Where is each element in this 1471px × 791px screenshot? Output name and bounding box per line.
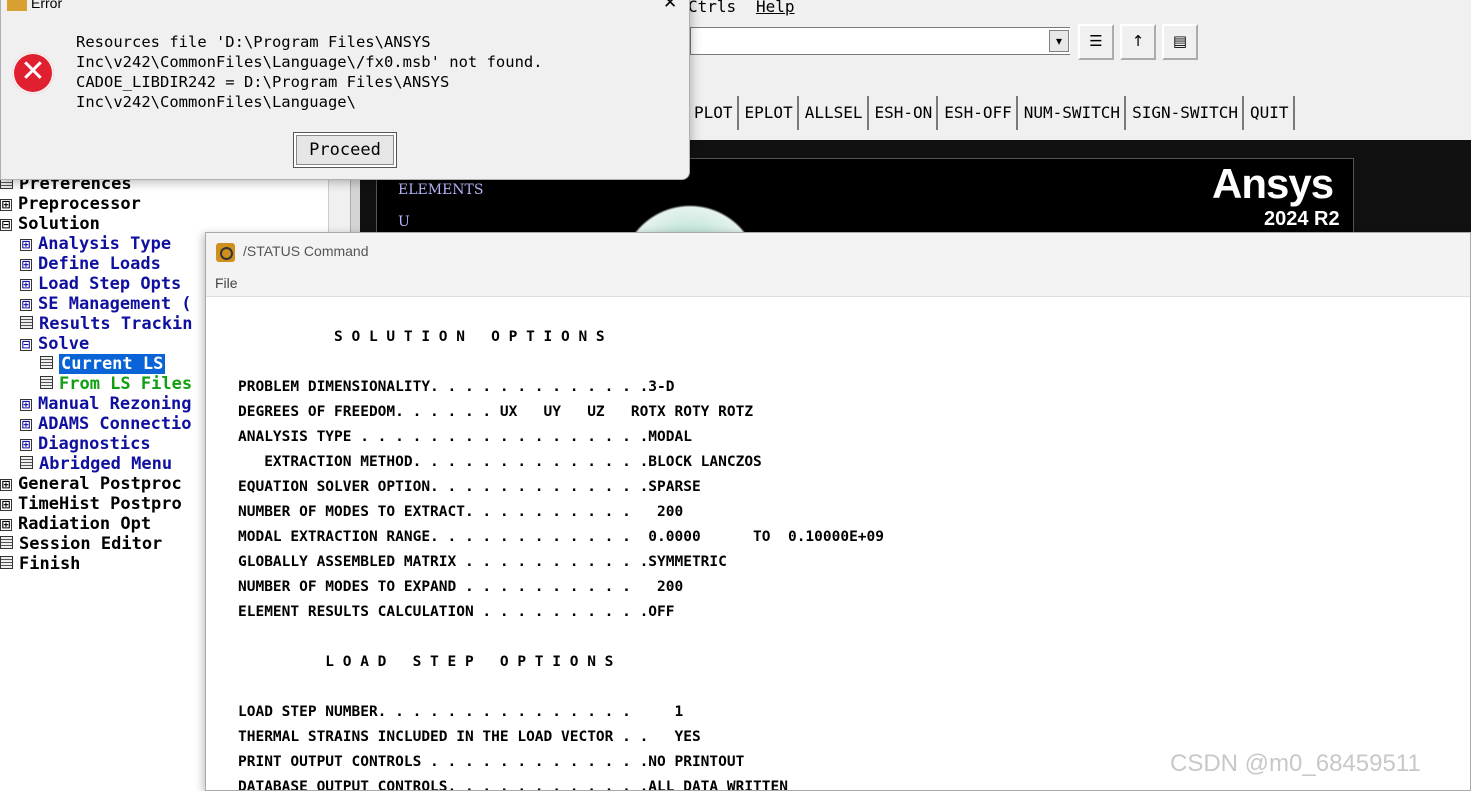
tree-item-general-postproc[interactable]: ⊞ General Postproc <box>0 474 182 494</box>
status-window: /STATUS Command File S O L U T I O N O P… <box>205 232 1471 791</box>
error-dialog-title: Error <box>31 0 63 11</box>
command-input[interactable] <box>690 27 1070 55</box>
watermark: CSDN @m0_68459511 <box>1170 750 1421 777</box>
status-line: EQUATION SOLVER OPTION. . . . . . . . . … <box>238 479 701 495</box>
command-dropdown-button[interactable]: ▾ <box>1049 30 1069 52</box>
tree-item-define-loads[interactable]: ⊞ Define Loads <box>20 254 161 274</box>
grid-icon <box>40 356 53 369</box>
graphics-label-elements: ELEMENTS <box>398 182 484 198</box>
tree-item-current-ls[interactable]: Current LS <box>40 354 166 374</box>
quit-button[interactable]: QUIT <box>1246 96 1295 130</box>
status-line: ANALYSIS TYPE . . . . . . . . . . . . . … <box>238 429 692 445</box>
resume-analysis-icon[interactable]: ↑ <box>1120 24 1156 60</box>
status-line: NUMBER OF MODES TO EXPAND . . . . . . . … <box>238 579 684 595</box>
error-dialog: Error ✕ ✕ Resources file 'D:\Program Fil… <box>0 0 690 180</box>
menu-ctrls[interactable]: Ctrls <box>688 0 736 16</box>
tree-item-se-management[interactable]: ⊞ SE Management ( <box>20 294 192 314</box>
plot-button[interactable]: PLOT <box>690 96 739 130</box>
grid-icon <box>20 456 33 469</box>
section-heading: L O A D S T E P O P T I O N S <box>238 654 614 670</box>
expand-icon[interactable]: ⊞ <box>20 419 32 431</box>
status-line: DEGREES OF FREEDOM. . . . . . UX UY UZ R… <box>238 404 754 420</box>
tree-item-load-step-opts[interactable]: ⊞ Load Step Opts <box>20 274 181 294</box>
expand-icon[interactable]: ⊞ <box>20 259 32 271</box>
tree-item-radiation-opt[interactable]: ⊞ Radiation Opt <box>0 514 151 534</box>
status-line: NUMBER OF MODES TO EXTRACT. . . . . . . … <box>238 504 684 520</box>
tree-item-preprocessor[interactable]: ⊞ Preprocessor <box>0 194 141 214</box>
ansys-app-icon <box>216 243 235 262</box>
status-line: GLOBALLY ASSEMBLED MATRIX . . . . . . . … <box>238 554 727 570</box>
expand-icon[interactable]: ⊞ <box>20 399 32 411</box>
toolbar: PLOT EPLOT ALLSEL ESH-ON ESH-OFF NUM-SWI… <box>690 96 1297 130</box>
ansys-app-icon <box>7 0 27 11</box>
menu-file[interactable]: File <box>215 275 238 291</box>
grid-icon <box>40 376 53 389</box>
tree-item-analysis-type[interactable]: ⊞ Analysis Type <box>20 234 171 254</box>
tree-item-solve[interactable]: ⊟ Solve <box>20 334 89 354</box>
status-line: THERMAL STRAINS INCLUDED IN THE LOAD VEC… <box>238 729 701 745</box>
collapse-icon[interactable]: ⊟ <box>20 339 32 351</box>
menu-help[interactable]: Help <box>756 0 795 16</box>
expand-icon[interactable]: ⊞ <box>0 479 12 491</box>
error-message: Resources file 'D:\Program Files\ANSYS I… <box>76 33 543 111</box>
esh-off-button[interactable]: ESH-OFF <box>940 96 1018 130</box>
tree-item-manual-rezoning[interactable]: ⊞ Manual Rezoning <box>20 394 192 414</box>
section-heading: S O L U T I O N O P T I O N S <box>238 329 605 345</box>
tree-item-results-tracking[interactable]: Results Trackin <box>20 314 193 334</box>
grid-icon <box>20 316 33 329</box>
status-line: LOAD STEP NUMBER. . . . . . . . . . . . … <box>238 704 684 720</box>
expand-icon[interactable]: ⊞ <box>0 199 12 211</box>
tree-item-solution[interactable]: ⊟ Solution <box>0 214 100 234</box>
proceed-button[interactable]: Proceed <box>293 132 397 168</box>
ansys-logo: Ansys <box>1212 160 1334 207</box>
expand-icon[interactable]: ⊞ <box>20 279 32 291</box>
expand-icon[interactable]: ⊞ <box>20 239 32 251</box>
eplot-button[interactable]: EPLOT <box>740 96 799 130</box>
expand-icon[interactable]: ⊞ <box>0 499 12 511</box>
expand-icon[interactable]: ⊞ <box>0 519 12 531</box>
report-generator-icon[interactable]: ▤ <box>1162 24 1198 60</box>
grid-icon <box>0 536 13 549</box>
status-window-menubar: File <box>206 271 1470 297</box>
tree-item-finish[interactable]: Finish <box>0 554 80 574</box>
status-line: ELEMENT RESULTS CALCULATION . . . . . . … <box>238 604 675 620</box>
esh-on-button[interactable]: ESH-ON <box>870 96 939 130</box>
close-icon[interactable]: ✕ <box>663 0 677 13</box>
num-switch-button[interactable]: NUM-SWITCH <box>1019 96 1127 130</box>
status-line: EXTRACTION METHOD. . . . . . . . . . . .… <box>238 454 762 470</box>
sign-switch-button[interactable]: SIGN-SWITCH <box>1128 96 1245 130</box>
tree-item-adams-connection[interactable]: ⊞ ADAMS Connectio <box>20 414 192 434</box>
save-analysis-icon[interactable]: ☰ <box>1078 24 1114 60</box>
status-line: PRINT OUTPUT CONTROLS . . . . . . . . . … <box>238 754 745 770</box>
status-line: MODAL EXTRACTION RANGE. . . . . . . . . … <box>238 529 885 545</box>
collapse-icon[interactable]: ⊟ <box>0 219 12 231</box>
status-line: PROBLEM DIMENSIONALITY. . . . . . . . . … <box>238 379 675 395</box>
tree-item-diagnostics[interactable]: ⊞ Diagnostics <box>20 434 151 454</box>
tree-item-abridged-menu[interactable]: Abridged Menu <box>20 454 172 474</box>
graphics-label-u: U <box>398 214 410 230</box>
expand-icon[interactable]: ⊞ <box>20 439 32 451</box>
status-line: DATABASE OUTPUT CONTROLS. . . . . . . . … <box>238 779 788 790</box>
status-window-titlebar[interactable]: /STATUS Command <box>206 233 1470 271</box>
allsel-button[interactable]: ALLSEL <box>800 96 869 130</box>
expand-icon[interactable]: ⊞ <box>20 299 32 311</box>
status-window-title: /STATUS Command <box>243 243 369 259</box>
tree-item-timehist-postpro[interactable]: ⊞ TimeHist Postpro <box>0 494 182 514</box>
tree-item-from-ls-files[interactable]: From LS Files <box>40 374 192 394</box>
ansys-version: 2024 R2 <box>1264 208 1340 230</box>
grid-icon <box>0 556 13 569</box>
status-output: S O L U T I O N O P T I O N S PROBLEM DI… <box>206 297 1470 790</box>
error-icon: ✕ <box>12 52 54 94</box>
tree-item-session-editor[interactable]: Session Editor <box>0 534 162 554</box>
